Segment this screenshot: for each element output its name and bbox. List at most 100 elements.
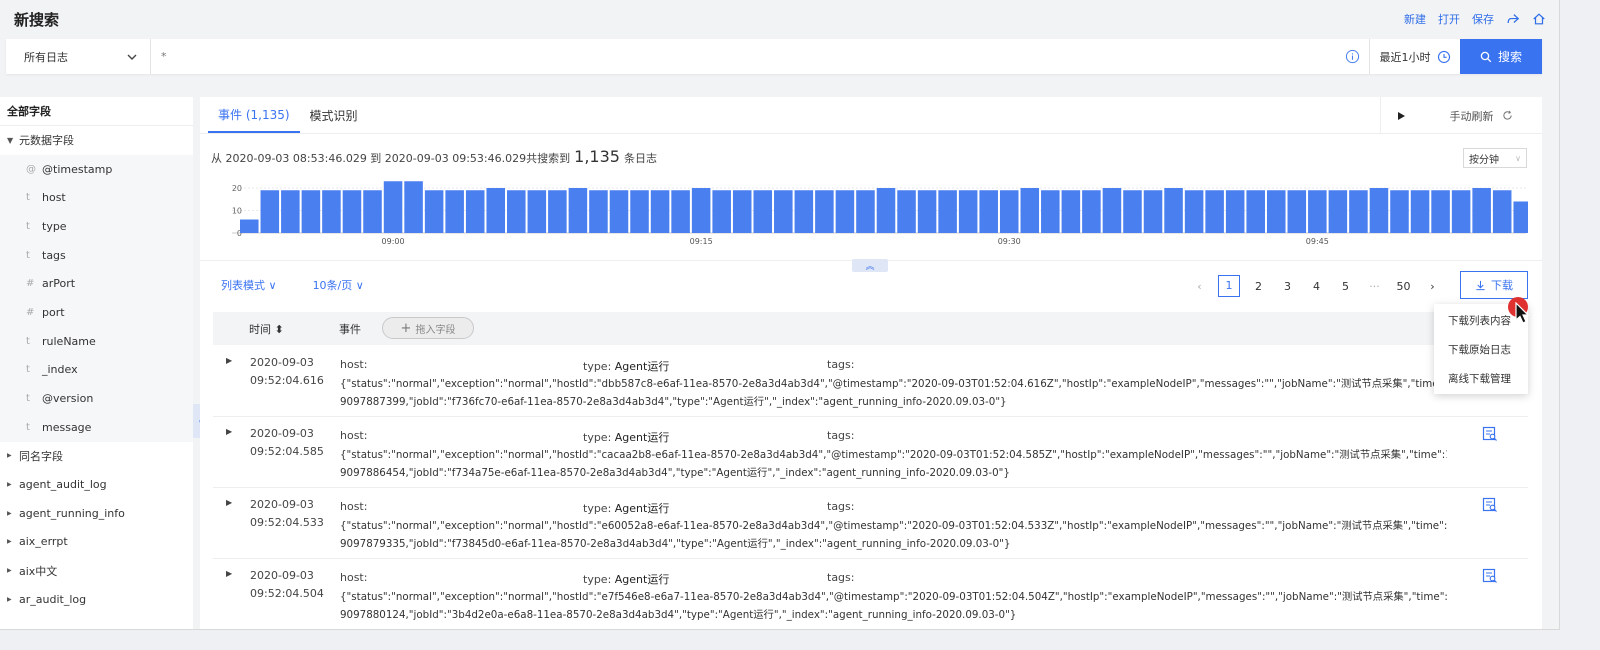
chart-bar[interactable] <box>856 190 875 233</box>
chart-bar[interactable] <box>383 181 403 233</box>
chart-bar[interactable] <box>1410 190 1430 233</box>
chart-bar[interactable] <box>1061 190 1081 233</box>
page-50[interactable]: 50 <box>1389 280 1418 293</box>
chart-bar[interactable] <box>260 190 280 233</box>
chart-bar[interactable] <box>486 188 506 233</box>
chart-bar[interactable] <box>1472 188 1491 233</box>
sidebar-field[interactable]: # arPort <box>0 269 193 299</box>
view-detail-icon[interactable] <box>1482 497 1498 513</box>
table-row[interactable]: ▶ 2020-09-03 09:52:04.616 host: type: Agent运… <box>213 346 1528 417</box>
new-button[interactable]: 新建 <box>1404 11 1426 27</box>
chart-bar[interactable] <box>691 188 711 233</box>
time-range-select[interactable]: 最近1小时 <box>1370 39 1460 74</box>
chart-bar[interactable] <box>774 190 793 233</box>
chart-bar[interactable] <box>548 190 567 233</box>
sidebar-field[interactable]: t type <box>0 212 193 241</box>
sidebar-field[interactable]: # port <box>0 298 193 327</box>
prev-page-icon[interactable]: ‹ <box>1185 280 1214 293</box>
chart-bar[interactable] <box>1143 190 1163 233</box>
sidebar-field[interactable]: t @version <box>0 384 193 413</box>
chart-bar[interactable] <box>979 190 998 233</box>
save-button[interactable]: 保存 <box>1472 11 1494 27</box>
chart-bar[interactable] <box>281 190 300 233</box>
chart-bar[interactable] <box>1184 190 1204 233</box>
sidebar-group[interactable]: ▶ agent_running_info <box>0 499 193 528</box>
sidebar-group[interactable]: ▶ aix中文 <box>0 556 193 585</box>
chart-bar[interactable] <box>342 190 362 233</box>
page-3[interactable]: 3 <box>1273 280 1302 293</box>
chart-bar[interactable] <box>630 190 649 233</box>
tab-events[interactable]: 事件 (1,135) <box>208 97 300 133</box>
chart-bar[interactable] <box>897 190 916 233</box>
chart-collapse-handle[interactable]: ︽ <box>852 259 888 272</box>
chart-bar[interactable] <box>753 190 773 233</box>
info-icon[interactable] <box>1336 39 1370 74</box>
expand-row-icon[interactable]: ▶ <box>226 427 232 436</box>
page-size-select[interactable]: 10条/页 ∨ <box>313 277 364 293</box>
chart-bar[interactable] <box>1349 190 1368 233</box>
chart-bar[interactable] <box>917 190 937 233</box>
home-icon[interactable] <box>1532 12 1546 26</box>
table-row[interactable]: ▶ 2020-09-03 09:52:04.533 host: type: Agent运… <box>213 488 1528 559</box>
chart-bar[interactable] <box>650 190 670 233</box>
chart-bar[interactable] <box>1431 190 1450 233</box>
list-mode-select[interactable]: 列表模式 ∨ <box>221 277 277 293</box>
chart-bar[interactable] <box>363 190 382 233</box>
chart-bar[interactable] <box>671 190 690 233</box>
page-5[interactable]: 5 <box>1331 280 1360 293</box>
page-2[interactable]: 2 <box>1244 280 1273 293</box>
chart-bar[interactable] <box>568 188 588 233</box>
query-input[interactable]: * <box>151 39 1336 74</box>
chart-bar[interactable] <box>609 190 629 233</box>
share-icon[interactable] <box>1506 12 1520 26</box>
chart-bar[interactable] <box>794 190 814 233</box>
add-field-button[interactable]: + 拖入字段 <box>382 317 474 339</box>
chart-bar[interactable] <box>712 190 731 233</box>
chart-bar[interactable] <box>404 181 423 233</box>
chart-bar[interactable] <box>876 188 896 233</box>
sidebar-group[interactable]: ▶ aix_errpt <box>0 528 193 557</box>
chart-bar[interactable] <box>527 190 547 233</box>
chart-bar[interactable] <box>424 190 444 233</box>
page-4[interactable]: 4 <box>1302 280 1331 293</box>
chart-bar[interactable] <box>1492 190 1512 233</box>
chart-bar[interactable] <box>301 190 321 233</box>
sidebar-field[interactable]: t host <box>0 183 193 213</box>
sidebar-field[interactable]: @ @timestamp <box>0 154 193 184</box>
page-1[interactable]: 1 <box>1218 275 1240 297</box>
chart-bar[interactable] <box>999 190 1019 233</box>
chart-bar[interactable] <box>589 190 608 233</box>
sidebar-field[interactable]: t tags <box>0 240 193 270</box>
column-time[interactable]: 时间 ⬍ <box>249 321 284 337</box>
chart-bar[interactable] <box>1513 201 1528 234</box>
manual-refresh-button[interactable]: 手动刷新 <box>1420 97 1542 134</box>
chart-bar[interactable] <box>1308 190 1327 233</box>
chart-bar[interactable] <box>465 190 485 233</box>
download-button[interactable]: 下载 <box>1460 271 1528 299</box>
chart-bar[interactable] <box>958 190 978 233</box>
log-source-select[interactable]: 所有日志 <box>6 39 151 74</box>
expand-row-icon[interactable]: ▶ <box>226 356 232 365</box>
sidebar-group[interactable]: ▶ ar_audit_log <box>0 585 193 614</box>
tab-patterns[interactable]: 模式识别 <box>300 97 368 133</box>
chart-bar[interactable] <box>815 190 834 233</box>
table-row[interactable]: ▶ 2020-09-03 09:52:04.504 host: type: Agent运… <box>213 559 1528 629</box>
sidebar-field[interactable]: t message <box>0 412 193 442</box>
table-row[interactable]: ▶ 2020-09-03 09:52:04.585 host: type: Agent运… <box>213 417 1528 488</box>
play-button[interactable] <box>1380 97 1420 134</box>
chart-bar[interactable] <box>1123 190 1142 233</box>
chart-bar[interactable] <box>732 190 752 233</box>
chart-bar[interactable] <box>1246 190 1265 233</box>
menu-item-offline-download[interactable]: 离线下载管理 <box>1434 365 1528 394</box>
expand-row-icon[interactable]: ▶ <box>226 498 232 507</box>
chart-bar[interactable] <box>938 190 957 233</box>
page-ellipsis[interactable]: ··· <box>1360 280 1389 293</box>
chart-bar[interactable] <box>507 190 526 233</box>
chart-bar[interactable] <box>1102 188 1122 233</box>
chart-bar[interactable] <box>1082 190 1101 233</box>
sidebar-field[interactable]: t ruleName <box>0 326 193 356</box>
chart-bar[interactable] <box>1225 190 1245 233</box>
chart-bar[interactable] <box>445 190 464 233</box>
next-page-icon[interactable]: › <box>1418 280 1447 293</box>
chart-bar[interactable] <box>240 219 259 234</box>
